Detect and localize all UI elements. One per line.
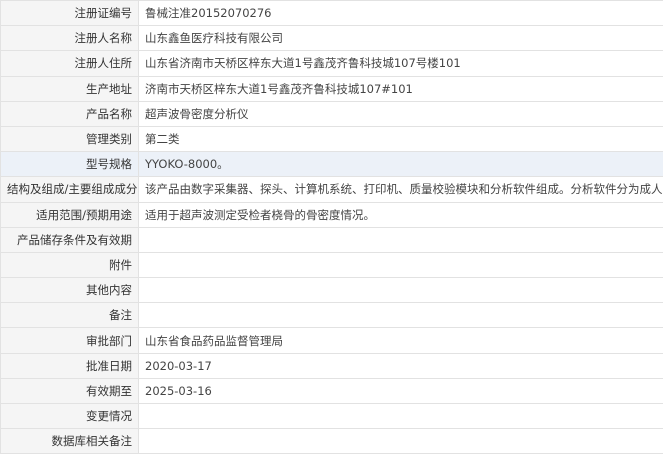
field-value: 山东省食品药品监督管理局: [139, 328, 663, 353]
field-label: 生产地址: [1, 76, 139, 101]
table-row: 其他内容: [1, 278, 663, 303]
field-label: 变更情况: [1, 404, 139, 429]
field-value: YYOKO-8000。: [139, 152, 663, 177]
field-label: 有效期至: [1, 378, 139, 403]
field-value: 2020-03-17: [139, 353, 663, 378]
field-value: 鲁械注准20152070276: [139, 1, 663, 26]
field-label: 管理类别: [1, 126, 139, 151]
table-row: 附件: [1, 252, 663, 277]
field-value: [139, 278, 663, 303]
field-label: 审批部门: [1, 328, 139, 353]
table-row: 管理类别 第二类: [1, 126, 663, 151]
table-row: 产品储存条件及有效期: [1, 227, 663, 252]
table-row: 产品名称 超声波骨密度分析仪: [1, 101, 663, 126]
field-value: [139, 227, 663, 252]
field-value: 济南市天桥区梓东大道1号鑫茂齐鲁科技城107#101: [139, 76, 663, 101]
table-row: 注册证编号 鲁械注准20152070276: [1, 1, 663, 26]
table-row: 有效期至 2025-03-16: [1, 378, 663, 403]
field-label: 附件: [1, 252, 139, 277]
field-label: 适用范围/预期用途: [1, 202, 139, 227]
field-value: 2025-03-16: [139, 378, 663, 403]
field-label: 批准日期: [1, 353, 139, 378]
field-value: [139, 303, 663, 328]
field-label: 注册证编号: [1, 1, 139, 26]
registration-record-table: 注册证编号 鲁械注准20152070276 注册人名称 山东鑫鱼医疗科技有限公司…: [0, 0, 663, 454]
field-value: [139, 404, 663, 429]
field-label: 备注: [1, 303, 139, 328]
table-row: 适用范围/预期用途 适用于超声波测定受检者桡骨的骨密度情况。: [1, 202, 663, 227]
field-label: 数据库相关备注: [1, 429, 139, 454]
field-label: 其他内容: [1, 278, 139, 303]
field-label: 产品储存条件及有效期: [1, 227, 139, 252]
table-row: 注册人名称 山东鑫鱼医疗科技有限公司: [1, 26, 663, 51]
table-row: 变更情况: [1, 404, 663, 429]
table-row: 数据库相关备注: [1, 429, 663, 454]
table-row: 批准日期 2020-03-17: [1, 353, 663, 378]
table-row: 注册人住所 山东省济南市天桥区梓东大道1号鑫茂齐鲁科技城107号楼101: [1, 51, 663, 76]
table-row: 结构及组成/主要组成成分 该产品由数字采集器、探头、计算机系统、打印机、质量校验…: [1, 177, 663, 202]
field-label: 结构及组成/主要组成成分: [1, 177, 139, 202]
table-row: 生产地址 济南市天桥区梓东大道1号鑫茂齐鲁科技城107#101: [1, 76, 663, 101]
field-label: 注册人名称: [1, 26, 139, 51]
field-value: 该产品由数字采集器、探头、计算机系统、打印机、质量校验模块和分析软件组成。分析软…: [139, 177, 663, 202]
field-label: 产品名称: [1, 101, 139, 126]
table-row-highlighted: 型号规格 YYOKO-8000。: [1, 152, 663, 177]
field-value: [139, 252, 663, 277]
field-label: 注册人住所: [1, 51, 139, 76]
table-row: 备注: [1, 303, 663, 328]
field-value: 第二类: [139, 126, 663, 151]
field-label: 型号规格: [1, 152, 139, 177]
field-value: 适用于超声波测定受检者桡骨的骨密度情况。: [139, 202, 663, 227]
field-value: 山东省济南市天桥区梓东大道1号鑫茂齐鲁科技城107号楼101: [139, 51, 663, 76]
table-row: 审批部门 山东省食品药品监督管理局: [1, 328, 663, 353]
field-value: 超声波骨密度分析仪: [139, 101, 663, 126]
field-value: [139, 429, 663, 454]
field-value: 山东鑫鱼医疗科技有限公司: [139, 26, 663, 51]
